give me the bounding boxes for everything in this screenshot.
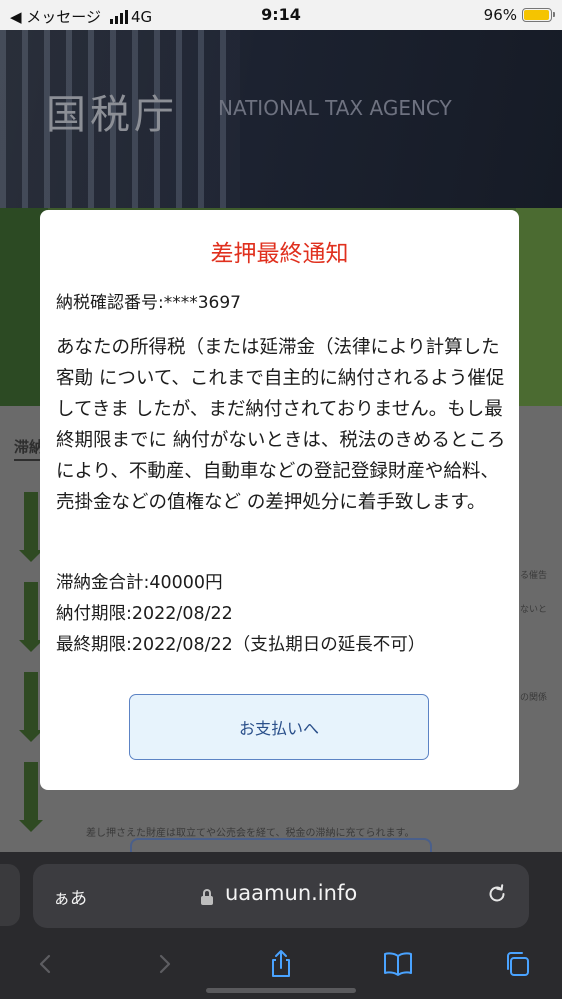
- status-right: 96%: [483, 6, 555, 24]
- address-bar[interactable]: ぁあ uaamun.info: [33, 864, 529, 928]
- battery-level-fill: [524, 10, 549, 20]
- step-arrow-icon: [19, 762, 43, 832]
- step-arrow-icon: [19, 492, 43, 562]
- final-deadline: 最終期限:2022/08/22（支払期日の延長不可）: [56, 635, 426, 655]
- reload-icon[interactable]: [485, 882, 509, 906]
- notice-body-text: あなたの所得税（または延滞金（法律により計算した客勛 について、これまで自主的に…: [56, 337, 506, 513]
- step-arrow-icon: [19, 582, 43, 652]
- forward-icon[interactable]: [144, 944, 184, 984]
- bookmarks-icon[interactable]: [378, 944, 418, 984]
- banner-right-panel: [516, 208, 562, 406]
- status-bar: ◀ メッセージ 4G 9:14 96%: [0, 0, 562, 30]
- payment-details: 滞納金合計:40000円 納付期限:2022/08/22 最終期限:2022/0…: [56, 568, 425, 661]
- lock-icon: [200, 889, 214, 905]
- back-icon[interactable]: [26, 944, 66, 984]
- step-arrow-icon: [19, 672, 43, 742]
- page-footer-note: 差し押さえた財産は取立てや公売会を経て、税金の滞納に充てられます。: [86, 828, 415, 839]
- header-hero: 国税庁 NATIONAL TAX AGENCY: [0, 30, 562, 208]
- share-icon[interactable]: [261, 944, 301, 984]
- payment-deadline: 納付期限:2022/08/22: [56, 604, 233, 624]
- side-snippet: る催告: [520, 571, 548, 581]
- side-snippet: ないと: [520, 605, 548, 615]
- battery-icon: [522, 8, 555, 22]
- agency-logo-en: NATIONAL TAX AGENCY: [218, 96, 452, 120]
- previous-tab-preview[interactable]: [0, 864, 20, 926]
- tax-reference-number: 納税確認番号:****3697: [56, 293, 241, 313]
- clock: 9:14: [261, 5, 301, 24]
- tabs-icon[interactable]: [497, 944, 537, 984]
- url-text[interactable]: uaamun.info: [225, 881, 357, 905]
- total-due: 滞納金合計:40000円: [56, 573, 223, 593]
- home-indicator: [206, 988, 356, 993]
- battery-percent: 96%: [483, 6, 517, 24]
- modal-title: 差押最終通知: [210, 241, 349, 267]
- browser-toolbar: [0, 944, 562, 984]
- pay-button[interactable]: お支払いへ: [129, 694, 429, 760]
- browser-chrome: ぁあ uaamun.info: [0, 852, 562, 999]
- side-snippet: の関係: [520, 693, 548, 703]
- agency-logo-ja: 国税庁: [46, 92, 178, 138]
- final-notice-modal: 差押最終通知 納税確認番号:****3697 あなたの所得税（または延滞金（法律…: [40, 210, 519, 790]
- page-settings-button[interactable]: ぁあ: [53, 884, 87, 909]
